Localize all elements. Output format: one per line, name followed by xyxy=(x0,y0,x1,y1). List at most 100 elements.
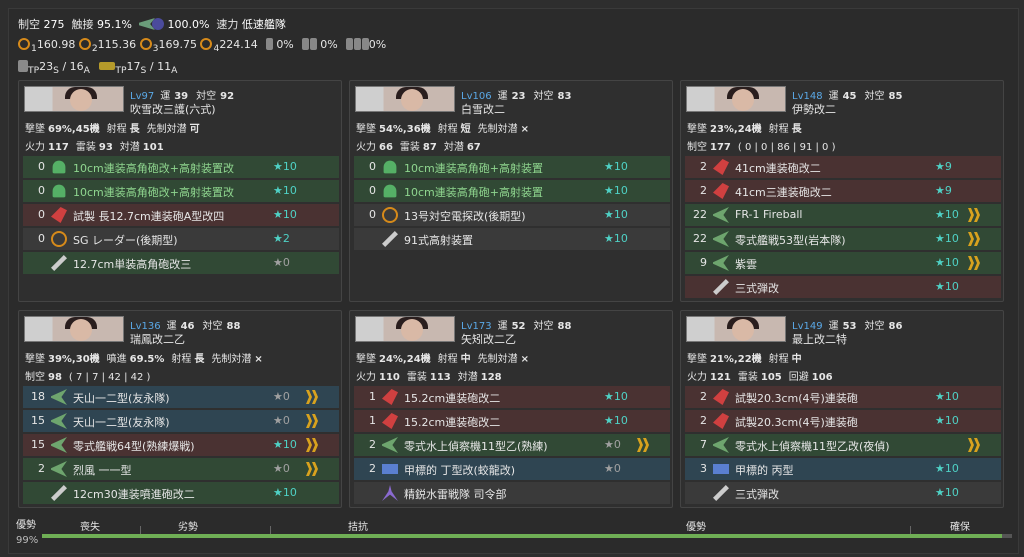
ship-card[interactable]: Lv173 運 52 対空 88 矢矧改二乙 撃墜 24%,24機 射程中先制対潜 × 火力 110 雷… xyxy=(349,310,673,508)
bar-label-loss: 喪失 xyxy=(80,522,100,533)
bar-label-supremacy: 確保 xyxy=(950,522,970,533)
equipment-name: 甲標的 丙型 xyxy=(735,464,794,477)
ship-stats-row: 火力 121 雷装 105 回避 106 xyxy=(687,368,840,383)
ship-stats-row: 撃墜 24%,24機 射程中先制対潜 × xyxy=(356,350,536,365)
equipment-slot[interactable]: 22 零式艦戦53型(岩本隊) ★10 xyxy=(685,228,1001,250)
equipment-slot[interactable]: 9 紫雲 ★10 xyxy=(685,252,1001,274)
ship-card[interactable]: Lv149 運 53 対空 86 最上改二特 撃墜 21%,22機 射程中火力 121 雷装 105 回… xyxy=(680,310,1004,508)
equipment-slot[interactable]: 1 15.2cm連装砲改二 ★10 xyxy=(354,386,670,408)
proficiency-chevron-icon xyxy=(968,436,982,454)
evasion-label: 回避 xyxy=(788,372,809,383)
equipment-slot[interactable]: 12.7cm単装高角砲改三 ★0 xyxy=(23,252,339,274)
ship-level-row: Lv173 運 52 対空 88 xyxy=(461,317,579,332)
equipment-name: 試製20.3cm(4号)連装砲 xyxy=(735,416,858,429)
equipment-slot[interactable]: 0 SG レーダー(後期型) ★2 xyxy=(23,228,339,250)
evasion-value: 106 xyxy=(811,372,833,383)
drum-value: 0% xyxy=(368,38,387,51)
shootdown-label: 撃墜 xyxy=(25,354,45,365)
equipment-slot[interactable]: 2 41cm連装砲改二 ★9 xyxy=(685,156,1001,178)
improvement-star: ★10 xyxy=(935,414,959,427)
plane-g-icon xyxy=(713,255,729,271)
ship-stats-row: 撃墜 21%,22機 射程中 xyxy=(687,350,809,365)
bar-fill xyxy=(42,534,1003,538)
torp-icon xyxy=(382,464,398,474)
equipment-slot[interactable]: 91式高射装置 ★10 xyxy=(354,228,670,250)
torpedo-value: 93 xyxy=(98,142,113,153)
equipment-slot[interactable]: 2 試製20.3cm(4号)連装砲 ★10 xyxy=(685,410,1001,432)
slot-count: 2 xyxy=(38,462,45,475)
ship-card[interactable]: Lv136 運 46 対空 88 瑞鳳改二乙 撃墜 39%,30機 噴進 69.5% 射程長先制対潜… xyxy=(18,310,342,508)
tp2-a-value: 11 xyxy=(157,60,172,73)
tp2-label: TP xyxy=(115,65,127,77)
equipment-slot[interactable]: 0 10cm連装高角砲改+高射装置改 ★10 xyxy=(23,156,339,178)
equipment-slot[interactable]: 12cm30連装噴進砲改二 ★10 xyxy=(23,482,339,504)
shootdown-value: 69%,45機 xyxy=(48,124,100,135)
improvement-star: ★0 xyxy=(273,462,290,475)
wrench-icon xyxy=(51,255,67,271)
equipment-slot[interactable]: 0 10cm連装高角砲+高射装置 ★10 xyxy=(354,156,670,178)
red-icon xyxy=(713,413,729,429)
torpedo-label: 雷装 xyxy=(75,142,96,153)
slot-count: 2 xyxy=(700,160,707,173)
equipment-slot[interactable]: 0 13号対空電探改(後期型) ★10 xyxy=(354,204,670,226)
fleet-summary-row-2: 1160.98 2115.36 3169.75 4224.14 0% 0% 0% xyxy=(18,38,386,54)
improvement-star: ★10 xyxy=(273,184,297,197)
equipment-slot[interactable]: 18 天山一二型(友永隊) ★0 xyxy=(23,386,339,408)
equipment-slot[interactable]: 三式弾改 ★10 xyxy=(685,276,1001,298)
equipment-slot[interactable]: 三式弾改 ★10 xyxy=(685,482,1001,504)
slot-count: 0 xyxy=(38,160,45,173)
equipment-slot[interactable]: 2 41cm三連装砲改二 ★9 xyxy=(685,180,1001,202)
slot-count: 2 xyxy=(700,184,707,197)
ship-card[interactable]: Lv148 運 45 対空 85 伊勢改二 撃墜 23%,24機 射程長制空 177( 0 | 0… xyxy=(680,80,1004,302)
range-value: 長 xyxy=(791,124,802,135)
improvement-star: ★10 xyxy=(935,208,959,221)
improvement-star: ★0 xyxy=(273,414,290,427)
shootdown-label: 撃墜 xyxy=(356,354,376,365)
plane-g-icon xyxy=(713,207,729,223)
equipment-slot[interactable]: 2 甲標的 丁型改(蛟龍改) ★0 xyxy=(354,458,670,480)
equipment-slot[interactable]: 2 烈風 一一型 ★0 xyxy=(23,458,339,480)
ship-name: 吹雪改三護(六式) xyxy=(130,103,216,116)
improvement-star: ★0 xyxy=(604,462,621,475)
equipment-slot[interactable]: 2 零式水上偵察機11型乙(熟練) ★0 xyxy=(354,434,670,456)
improvement-star: ★10 xyxy=(935,232,959,245)
shootdown-label: 撃墜 xyxy=(25,124,45,135)
luck-value: 45 xyxy=(842,91,857,102)
equipment-slot[interactable]: 3 甲標的 丙型 ★10 xyxy=(685,458,1001,480)
equipment-name: 三式弾改 xyxy=(735,488,779,501)
equipment-slot[interactable]: 精鋭水雷戦隊 司令部 xyxy=(354,482,670,504)
equipment-slot[interactable]: 22 FR-1 Fireball ★10 xyxy=(685,204,1001,226)
los-icon xyxy=(139,38,152,50)
ship-card[interactable]: Lv106 運 23 対空 83 白雪改二 撃墜 54%,36機 射程短先制対潜 × 火力 66 雷装 8… xyxy=(349,80,673,302)
equipment-slot[interactable]: 0 試製 長12.7cm連装砲A型改四 ★10 xyxy=(23,204,339,226)
shootdown-value: 39%,30機 xyxy=(48,354,100,365)
wrench-icon xyxy=(713,485,729,501)
equipment-slot[interactable]: 2 試製20.3cm(4号)連装砲 ★10 xyxy=(685,386,1001,408)
fighter-power-detail: ( 0 | 0 | 86 | 91 | 0 ) xyxy=(737,142,836,153)
shootdown-label: 撃墜 xyxy=(687,354,707,365)
equipment-slot[interactable]: 1 15.2cm連装砲改二 ★10 xyxy=(354,410,670,432)
range-value: 短 xyxy=(460,124,471,135)
shootdown-value: 24%,24機 xyxy=(379,354,431,365)
equipment-slot[interactable]: 15 天山一二型(友永隊) ★0 xyxy=(23,410,339,432)
ship-name: 白雪改二 xyxy=(461,103,505,116)
shootdown-label: 撃墜 xyxy=(356,124,376,135)
firepower-label: 火力 xyxy=(356,142,376,153)
equipment-slot[interactable]: 7 零式水上偵察機11型乙改(夜偵) xyxy=(685,434,1001,456)
tp-label: TP xyxy=(28,65,40,77)
rocket-label: 噴進 xyxy=(106,354,127,365)
proficiency-chevron-icon xyxy=(968,254,982,272)
proficiency-chevron-icon xyxy=(306,460,320,478)
equipment-slot[interactable]: 0 10cm連装高角砲+高射装置 ★10 xyxy=(354,180,670,202)
aa-label: 対空 xyxy=(864,91,885,102)
improvement-star: ★10 xyxy=(273,486,297,499)
ship-card[interactable]: Lv97 運 39 対空 92 吹雪改三護(六式) 撃墜 69%,45機 射程長先制対潜可火力 1… xyxy=(18,80,342,302)
los-icon xyxy=(18,38,30,50)
aa-value: 85 xyxy=(888,91,903,102)
aa-label: 対空 xyxy=(864,321,885,332)
oasw-value: 可 xyxy=(189,124,200,135)
improvement-star: ★10 xyxy=(273,438,297,451)
aa-value: 88 xyxy=(557,321,572,332)
equipment-slot[interactable]: 0 10cm連装高角砲改+高射装置改 ★10 xyxy=(23,180,339,202)
equipment-slot[interactable]: 15 零式艦戦64型(熟練爆戦) ★10 xyxy=(23,434,339,456)
